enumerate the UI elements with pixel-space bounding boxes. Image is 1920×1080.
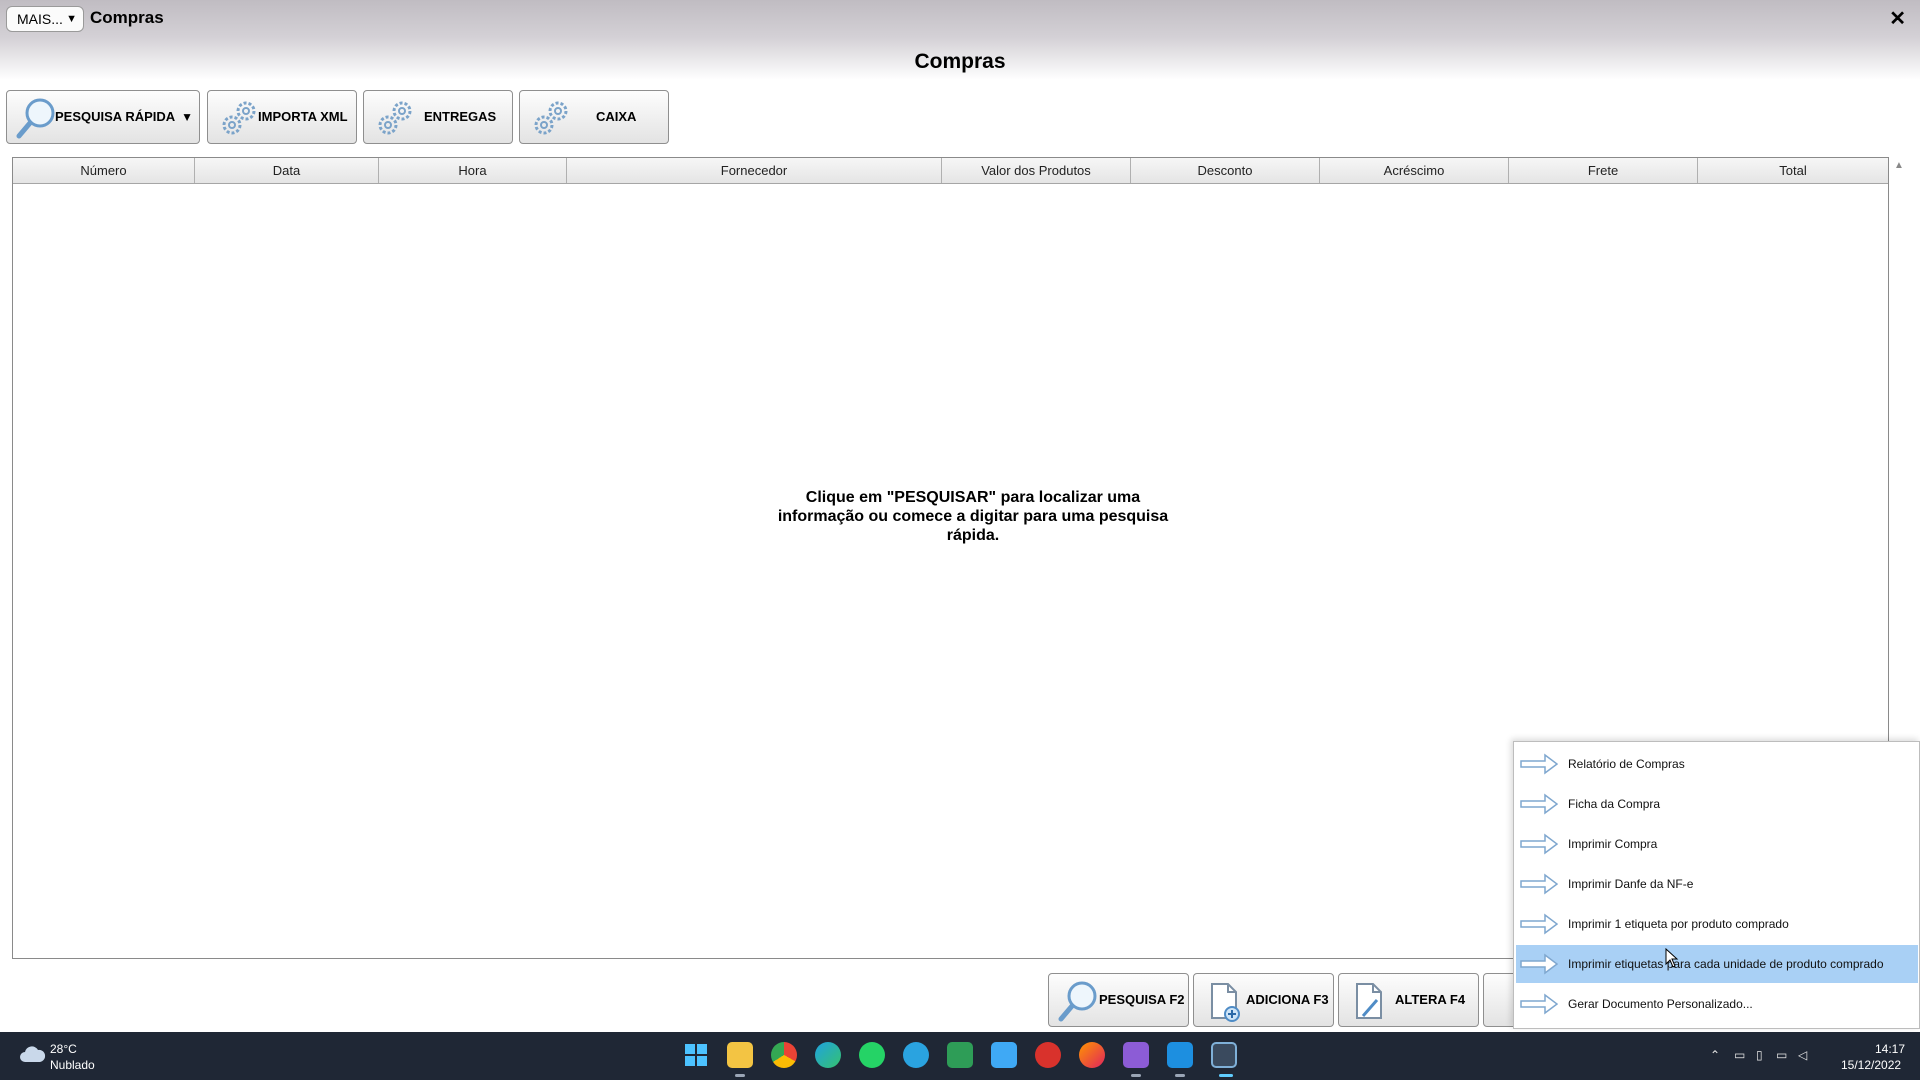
column-header[interactable]: Frete bbox=[1509, 158, 1698, 183]
cash-button[interactable]: CAIXA bbox=[519, 90, 669, 144]
telegram-icon[interactable] bbox=[903, 1042, 929, 1068]
column-header[interactable]: Fornecedor bbox=[567, 158, 942, 183]
column-header[interactable]: Acréscimo bbox=[1320, 158, 1509, 183]
menu-item-label: Ficha da Compra bbox=[1568, 797, 1661, 811]
column-header[interactable]: Data bbox=[195, 158, 379, 183]
volume-icon[interactable]: ◁ bbox=[1798, 1048, 1807, 1062]
menu-item[interactable]: Imprimir Compra bbox=[1516, 825, 1918, 863]
clock-date[interactable]: 15/12/2022 bbox=[1841, 1058, 1901, 1072]
empty-state-message: Clique em "PESQUISAR" para localizar uma… bbox=[777, 489, 1169, 544]
search-f2-label: PESQUISA F2 bbox=[1099, 992, 1185, 1007]
gear-icon bbox=[220, 99, 258, 137]
menu-item[interactable]: Gerar Documento Personalizado... bbox=[1516, 985, 1918, 1023]
menu-item[interactable]: Imprimir 1 etiqueta por produto comprado bbox=[1516, 905, 1918, 943]
edit-f4-label: ALTERA F4 bbox=[1395, 992, 1466, 1007]
edit-document-icon bbox=[1353, 982, 1387, 1022]
menu-item-label: Imprimir Compra bbox=[1568, 837, 1658, 851]
mais-dropdown-button[interactable]: MAIS... ▼ bbox=[6, 6, 84, 32]
antivirus-icon[interactable] bbox=[1035, 1042, 1061, 1068]
menu-item[interactable]: Relatório de Compras bbox=[1516, 745, 1918, 783]
cash-label: CAIXA bbox=[596, 109, 637, 124]
display-icon[interactable]: ▭ bbox=[1776, 1048, 1787, 1062]
edit-f4-button[interactable]: ALTERA F4 bbox=[1338, 973, 1479, 1027]
menu-item[interactable]: Imprimir Danfe da NF-e bbox=[1516, 865, 1918, 903]
quick-search-label: PESQUISA RÁPIDA bbox=[55, 109, 176, 124]
title-bar: MAIS... ▼ Compras ✕ bbox=[0, 0, 1920, 38]
import-xml-label: IMPORTA XML bbox=[258, 109, 348, 124]
column-header[interactable]: Número bbox=[13, 158, 195, 183]
menu-item-label: Imprimir 1 etiqueta por produto comprado bbox=[1568, 917, 1789, 931]
windows-start-icon[interactable] bbox=[683, 1042, 709, 1068]
add-f3-label: ADICIONA F3 bbox=[1246, 992, 1329, 1007]
whatsapp-icon[interactable] bbox=[859, 1042, 885, 1068]
deliveries-label: ENTREGAS bbox=[424, 109, 497, 124]
mouse-cursor-icon bbox=[1665, 947, 1679, 968]
arrow-right-icon bbox=[1520, 873, 1559, 895]
menu-item-selected[interactable]: Imprimir etiquetas para cada unidade de … bbox=[1516, 945, 1918, 983]
menu-item-label: Imprimir Danfe da NF-e bbox=[1568, 877, 1694, 891]
deliveries-button[interactable]: ENTREGAS bbox=[363, 90, 513, 144]
weather-description[interactable]: Nublado bbox=[50, 1058, 95, 1072]
menu-item-label: Imprimir etiquetas para cada unidade de … bbox=[1568, 957, 1884, 971]
chrome-icon[interactable] bbox=[771, 1042, 797, 1068]
menu-item-label: Relatório de Compras bbox=[1568, 757, 1685, 771]
tray-expand-icon[interactable]: ⌃ bbox=[1710, 1048, 1720, 1062]
running-indicator bbox=[1131, 1074, 1141, 1077]
chevron-down-icon: ▼ bbox=[66, 13, 77, 25]
scroll-up-arrow-icon[interactable]: ▲ bbox=[1894, 160, 1904, 171]
video-editor-icon[interactable] bbox=[1123, 1042, 1149, 1068]
arrow-right-icon bbox=[1520, 993, 1559, 1015]
import-xml-button[interactable]: IMPORTA XML bbox=[207, 90, 357, 144]
close-icon[interactable]: ✕ bbox=[1889, 6, 1906, 31]
column-header[interactable]: Total bbox=[1698, 158, 1888, 183]
app-icon[interactable] bbox=[991, 1042, 1017, 1068]
add-f3-button[interactable]: ADICIONA F3 bbox=[1193, 973, 1334, 1027]
gear-icon bbox=[532, 99, 570, 137]
gear-icon bbox=[376, 99, 414, 137]
arrow-right-icon bbox=[1520, 953, 1559, 975]
column-header[interactable]: Hora bbox=[379, 158, 567, 183]
taskbar: 28°C Nublado ⌃ ▭ ▯ ▭ ◁ 14:17 15/12/2022 bbox=[0, 1032, 1920, 1080]
active-indicator bbox=[1219, 1074, 1233, 1077]
magnifier-icon bbox=[15, 96, 57, 140]
column-header[interactable]: Valor dos Produtos bbox=[942, 158, 1131, 183]
arrow-right-icon bbox=[1520, 753, 1559, 775]
chevron-down-icon[interactable]: ▼ bbox=[181, 91, 193, 143]
erp-app-icon[interactable] bbox=[1211, 1042, 1237, 1068]
print-menu: Relatório de Compras Ficha da Compra Imp… bbox=[1513, 741, 1920, 1029]
column-header[interactable]: Desconto bbox=[1131, 158, 1320, 183]
battery-icon[interactable]: ▯ bbox=[1756, 1048, 1763, 1062]
search-f2-button[interactable]: PESQUISA F2 bbox=[1048, 973, 1189, 1027]
quick-search-button[interactable]: PESQUISA RÁPIDA ▼ bbox=[6, 90, 200, 144]
add-document-icon bbox=[1208, 982, 1242, 1022]
magnifier-icon bbox=[1057, 979, 1099, 1023]
clock-time[interactable]: 14:17 bbox=[1875, 1042, 1905, 1056]
network-icon[interactable]: ▭ bbox=[1734, 1048, 1745, 1062]
firefox-icon[interactable] bbox=[1079, 1042, 1105, 1068]
running-indicator bbox=[1175, 1074, 1185, 1077]
window-title: Compras bbox=[90, 8, 164, 27]
mail-icon[interactable] bbox=[1167, 1042, 1193, 1068]
arrow-right-icon bbox=[1520, 913, 1559, 935]
file-explorer-icon[interactable] bbox=[727, 1042, 753, 1068]
table-header: Número Data Hora Fornecedor Valor dos Pr… bbox=[13, 158, 1888, 184]
cloud-icon[interactable] bbox=[18, 1044, 46, 1066]
menu-item-label: Gerar Documento Personalizado... bbox=[1568, 997, 1753, 1011]
arrow-right-icon bbox=[1520, 833, 1559, 855]
arrow-right-icon bbox=[1520, 793, 1559, 815]
edge-icon[interactable] bbox=[815, 1042, 841, 1068]
menu-item[interactable]: Ficha da Compra bbox=[1516, 785, 1918, 823]
spreadsheet-icon[interactable] bbox=[947, 1042, 973, 1068]
running-indicator bbox=[735, 1074, 745, 1077]
mais-label: MAIS... bbox=[17, 11, 63, 27]
weather-temperature[interactable]: 28°C bbox=[50, 1042, 77, 1056]
page-title: Compras bbox=[914, 50, 1006, 73]
